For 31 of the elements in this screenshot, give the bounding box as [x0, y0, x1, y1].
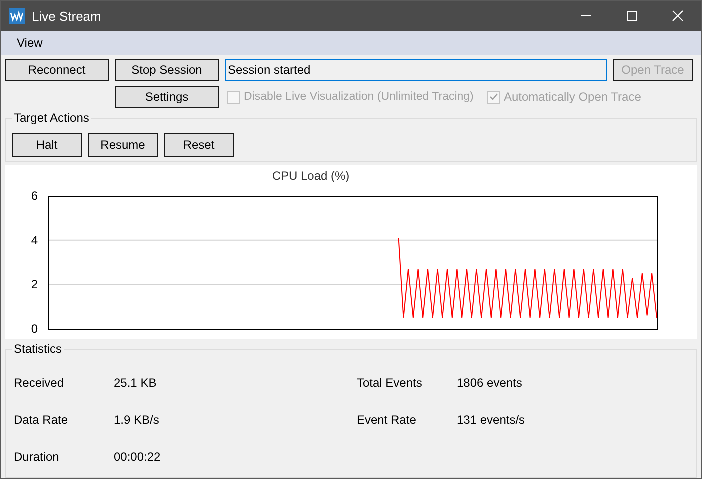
maximize-icon[interactable]	[626, 10, 638, 22]
axis-tick-label: 2	[31, 277, 38, 292]
axis-tick-label: 0	[31, 322, 38, 336]
toolbar-button[interactable]: Stop Session	[115, 59, 219, 81]
group-title: Target Actions	[12, 111, 92, 125]
checkbox-label: Automatically Open Trace	[504, 90, 642, 104]
window-title: Live Stream	[32, 8, 102, 24]
toolbar-button[interactable]: Reconnect	[5, 59, 109, 81]
stat-value: 131 events/s	[457, 413, 526, 428]
action-button[interactable]: Resume	[88, 132, 158, 157]
close-icon[interactable]	[672, 10, 684, 22]
stat-value: 1806 events	[457, 376, 524, 390]
settings-button[interactable]: Settings	[115, 86, 219, 108]
axis-tick-label: 4	[31, 233, 38, 248]
stat-label: Duration	[14, 450, 60, 464]
stat-label: Event Rate	[357, 413, 418, 428]
action-button[interactable]: Halt	[12, 132, 82, 157]
chart-title: CPU Load (%)	[272, 168, 350, 183]
checkbox-label: Disable Live Visualization (Unlimited Tracing)	[244, 91, 474, 103]
stat-label: Data Rate	[14, 413, 70, 428]
action-button[interactable]: Reset	[164, 132, 234, 157]
stat-value: 00:00:22	[114, 450, 162, 464]
status-field[interactable]: Session started	[225, 59, 607, 81]
group-title: Statistics	[12, 342, 64, 356]
stat-value: 25.1 KB	[114, 376, 158, 390]
stat-label: Received	[14, 376, 66, 390]
app-icon	[9, 8, 25, 24]
stat-value: 1.9 KB/s	[114, 413, 160, 428]
stat-label: Total Events	[357, 376, 424, 390]
axis-tick-label: 6	[31, 188, 38, 203]
menu-item[interactable]: View	[10, 36, 50, 50]
